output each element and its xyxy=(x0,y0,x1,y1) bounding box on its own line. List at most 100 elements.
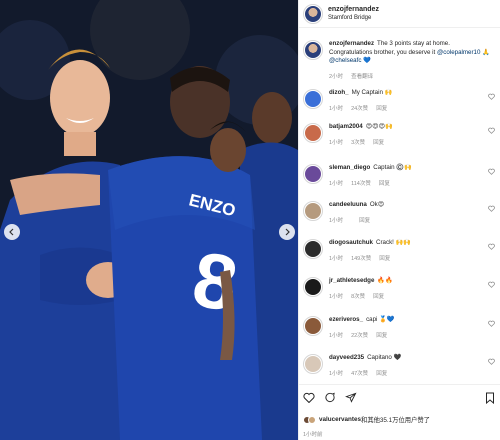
like-comment-icon[interactable] xyxy=(488,168,495,175)
comment-row: dizoh_ My Captain 🙌 1小时 24次赞 回复 xyxy=(303,89,497,112)
comment-row: sleman_diego Captain ©️🙌 1小时 114次赞 回复 xyxy=(303,164,497,187)
avatar-ring[interactable] xyxy=(303,277,323,297)
comment-time[interactable]: 1小时 xyxy=(329,216,343,224)
bookmark-icon[interactable] xyxy=(485,392,495,404)
avatar-ring[interactable] xyxy=(303,316,323,336)
comment-username[interactable]: dizoh_ xyxy=(329,89,349,96)
avatar xyxy=(305,5,321,22)
comment-username[interactable]: sleman_diego xyxy=(329,164,370,171)
caption: enzojfernandez The 3 points stay at home.… xyxy=(303,40,497,80)
comment-time[interactable]: 1小时 xyxy=(329,104,343,112)
next-image-button[interactable] xyxy=(279,224,295,240)
avatar-ring[interactable] xyxy=(303,164,323,184)
comment-time[interactable]: 1小时 xyxy=(329,254,343,262)
comment-likes[interactable]: 3次赞 xyxy=(351,138,365,146)
reply-button[interactable]: 回复 xyxy=(376,369,387,377)
photo-illustration: ENZO 8 xyxy=(0,0,298,440)
mention-link[interactable]: @colepalmer10 xyxy=(437,49,480,56)
comment-likes[interactable]: 47次赞 xyxy=(351,369,368,377)
mention-link[interactable]: @chelseafc xyxy=(329,57,361,64)
post-footer: valucervantes 和其他35.1万位用户赞了 1小时前 xyxy=(299,384,500,440)
caption-emoji: 💙 xyxy=(363,57,371,64)
post-photo[interactable]: ENZO 8 xyxy=(0,0,298,440)
liked-by-count[interactable]: 和其他35.1万位用户赞了 xyxy=(361,415,430,424)
comment-username[interactable]: candeeluuna xyxy=(329,201,367,208)
see-translation-link[interactable]: 查看翻译 xyxy=(351,72,373,80)
avatar xyxy=(305,241,321,257)
avatar-ring[interactable] xyxy=(303,3,323,24)
like-comment-icon[interactable] xyxy=(488,358,495,365)
comment-time[interactable]: 1小时 xyxy=(329,292,343,300)
post-author-username[interactable]: enzojfernandez xyxy=(328,5,379,14)
share-icon[interactable] xyxy=(345,392,357,403)
like-comment-icon[interactable] xyxy=(488,320,495,327)
comment-username[interactable]: ezeriveros_ xyxy=(329,316,363,323)
post-header: enzojfernandez Stamford Bridge xyxy=(299,0,500,28)
reply-button[interactable]: 回复 xyxy=(379,179,390,187)
comment-likes[interactable]: 149次赞 xyxy=(351,254,371,262)
comment-row: jr_athletesedge 🔥🔥 1小时 8次赞 回复 xyxy=(303,277,497,300)
reply-button[interactable]: 回复 xyxy=(373,138,384,146)
comment-likes[interactable]: 8次赞 xyxy=(351,292,365,300)
avatar xyxy=(305,203,321,219)
comment-icon[interactable] xyxy=(324,392,336,403)
comment-time[interactable]: 2小时 xyxy=(329,72,343,80)
comment-time[interactable]: 1小时 xyxy=(329,138,343,146)
avatar xyxy=(305,166,321,182)
comment-text: Capitano 🖤 xyxy=(367,354,402,361)
comment-text: Ok😍 xyxy=(369,201,385,208)
avatar-ring[interactable] xyxy=(303,89,323,109)
comment-username[interactable]: dayveed235 xyxy=(329,354,364,361)
previous-image-button[interactable] xyxy=(4,224,20,240)
comment-time[interactable]: 1小时 xyxy=(329,331,343,339)
like-comment-icon[interactable] xyxy=(488,205,495,212)
caption-username[interactable]: enzojfernandez xyxy=(329,40,374,47)
avatar[interactable] xyxy=(305,42,321,58)
avatar xyxy=(305,91,321,107)
comment-time[interactable]: 1小时 xyxy=(329,179,343,187)
like-comment-icon[interactable] xyxy=(488,281,495,288)
comment-text: Crack! 🙌🙌 xyxy=(376,239,412,246)
like-comment-icon[interactable] xyxy=(488,243,495,250)
comment-row: diogosautchuk Crack! 🙌🙌 1小时 149次赞 回复 xyxy=(303,239,497,262)
comment-likes[interactable]: 22次赞 xyxy=(351,331,368,339)
comment-username[interactable]: jr_athletesedge xyxy=(329,277,374,284)
comment-likes[interactable]: 24次赞 xyxy=(351,104,368,112)
comment-text: Captain ©️🙌 xyxy=(373,164,412,171)
reply-button[interactable]: 回复 xyxy=(376,331,387,339)
comment-row: batjam2004 😍😍😍🙌 1小时 3次赞 回复 xyxy=(303,123,497,146)
like-comment-icon[interactable] xyxy=(488,93,495,100)
comments-list: enzojfernandez The 3 points stay at home.… xyxy=(299,34,500,384)
caption-emoji: 🙏 xyxy=(482,48,490,56)
comment-text: 😍😍😍🙌 xyxy=(365,123,393,130)
comment-username[interactable]: batjam2004 xyxy=(329,123,363,130)
comment-row: candeeluuna Ok😍 1小时 回复 xyxy=(303,201,497,224)
comment-text: My Captain 🙌 xyxy=(351,89,393,96)
comment-text: 🔥🔥 xyxy=(377,277,393,284)
liked-by-username[interactable]: valucervantes xyxy=(319,416,361,423)
avatar xyxy=(308,415,316,424)
comment-likes[interactable]: 114次赞 xyxy=(351,179,371,187)
chevron-right-icon xyxy=(285,228,290,236)
reply-button[interactable]: 回复 xyxy=(379,254,390,262)
like-comment-icon[interactable] xyxy=(488,127,495,134)
avatar xyxy=(305,356,321,372)
post-location[interactable]: Stamford Bridge xyxy=(328,14,379,23)
avatar-ring[interactable] xyxy=(303,354,323,374)
avatar xyxy=(305,125,321,141)
heart-icon[interactable] xyxy=(303,392,315,403)
comment-text: capi 🏅💙 xyxy=(366,316,395,323)
avatar-ring[interactable] xyxy=(303,201,323,221)
post-timestamp[interactable]: 1小时前 xyxy=(303,430,323,438)
reply-button[interactable]: 回复 xyxy=(373,292,384,300)
comment-row: dayveed235 Capitano 🖤 1小时 47次赞 回复 xyxy=(303,354,497,377)
avatar xyxy=(305,318,321,334)
avatar xyxy=(305,279,321,295)
reply-button[interactable]: 回复 xyxy=(376,104,387,112)
avatar-ring[interactable] xyxy=(303,123,323,143)
liked-by-line[interactable]: valucervantes 和其他35.1万位用户赞了 xyxy=(303,415,430,424)
reply-button[interactable]: 回复 xyxy=(359,216,370,224)
comment-time[interactable]: 1小时 xyxy=(329,369,343,377)
avatar-ring[interactable] xyxy=(303,239,323,259)
comment-username[interactable]: diogosautchuk xyxy=(329,239,373,246)
